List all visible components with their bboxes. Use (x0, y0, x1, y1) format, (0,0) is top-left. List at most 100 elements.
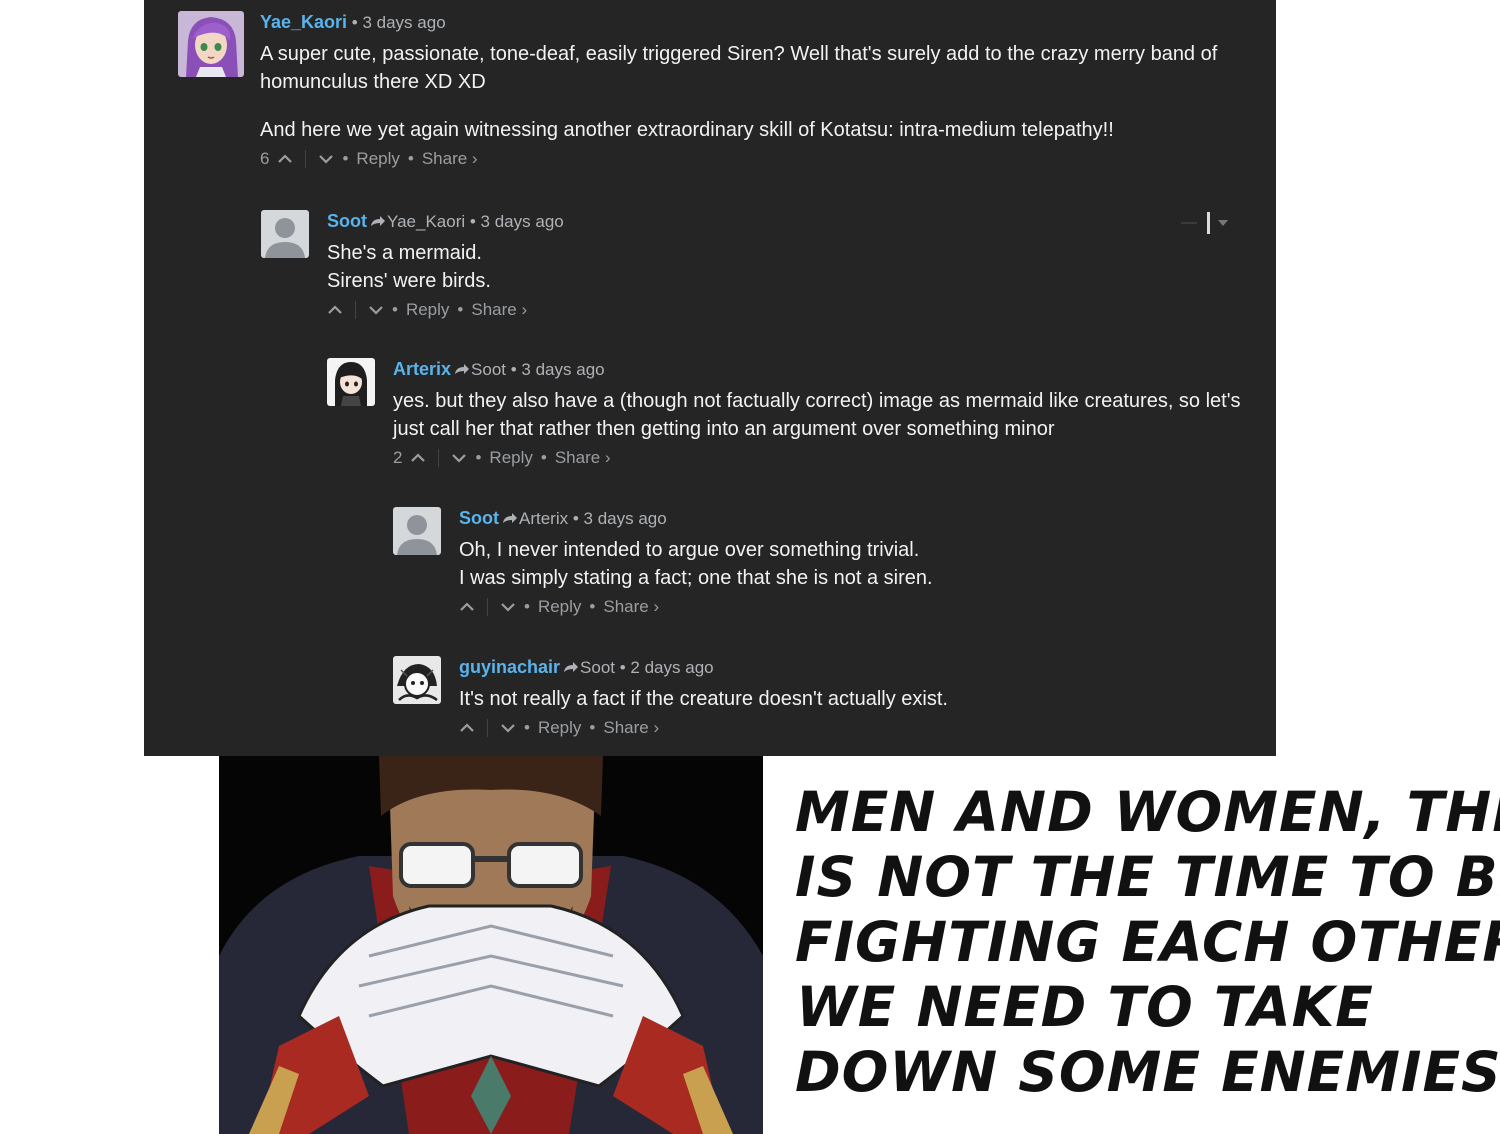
bullet-separator: • (589, 597, 596, 616)
reply-arrow-icon (503, 512, 517, 523)
share-button[interactable]: Share › (422, 148, 478, 170)
comment-header: guyinachair Soot • 2 days ago (459, 656, 1239, 679)
comment-header: Soot Yae_Kaori • 3 days ago (327, 210, 1227, 233)
vote-divider (305, 150, 307, 168)
vote-divider (355, 301, 356, 319)
reply-target[interactable]: Soot (580, 658, 615, 677)
comment-text: yes. but they also have a (though not fa… (393, 387, 1243, 443)
upvote-icon[interactable] (277, 151, 293, 167)
vote-divider (438, 449, 440, 467)
comment-actions: 2 • Reply • Share › (393, 447, 1243, 469)
upvote-icon[interactable] (459, 599, 475, 615)
bullet-separator: • (342, 149, 349, 168)
reply-arrow-icon (371, 215, 385, 226)
comment-paragraph: A super cute, passionate, tone-deaf, eas… (260, 43, 1218, 93)
manga-sketch-icon (393, 656, 441, 704)
reply-target[interactable]: Arterix (519, 509, 568, 528)
author-name[interactable]: guyinachair (459, 657, 560, 677)
chevron-down-icon[interactable] (1218, 220, 1228, 226)
text-cursor-icon (1207, 212, 1210, 234)
default-user-icon (393, 507, 441, 555)
comment-text: She's a mermaid. Sirens' were birds. (327, 239, 1227, 295)
comment-header: Soot Arterix • 3 days ago (459, 507, 1239, 530)
share-button[interactable]: Share › (603, 596, 659, 618)
author-name[interactable]: Yae_Kaori (260, 12, 347, 32)
caption-line: MEN AND WOMEN, THIS (795, 780, 1500, 844)
reply-target[interactable]: Soot (471, 360, 506, 379)
timestamp[interactable]: • 3 days ago (511, 360, 605, 379)
comment-paragraph: yes. but they also have a (though not fa… (393, 390, 1241, 440)
share-button[interactable]: Share › (471, 299, 527, 321)
comment-line: It's not really a fact if the creature d… (459, 688, 948, 710)
collapse-icon[interactable] (1181, 222, 1197, 224)
bullet-separator: • (407, 149, 414, 168)
timestamp[interactable]: • 3 days ago (573, 509, 667, 528)
downvote-icon[interactable] (451, 450, 467, 466)
reply-target[interactable]: Yae_Kaori (387, 212, 465, 231)
upvote-icon[interactable] (327, 302, 343, 318)
timestamp[interactable]: • 3 days ago (470, 212, 564, 231)
avatar[interactable] (393, 507, 441, 555)
comment-paragraph: And here we yet again witnessing another… (260, 119, 1114, 141)
meme-image (219, 756, 763, 1134)
avatar[interactable] (327, 358, 375, 406)
reply-arrow-icon (564, 661, 579, 672)
anime-commander-illustration (219, 756, 763, 1134)
timestamp[interactable]: • 2 days ago (620, 658, 714, 677)
comment-actions: • Reply • Share › (459, 596, 1239, 618)
comment-menu[interactable] (1181, 212, 1228, 234)
comment-text: Oh, I never intended to argue over somet… (459, 536, 1239, 592)
comment-body: guyinachair Soot • 2 days ago It's not re… (459, 656, 1239, 739)
share-button[interactable]: Share › (555, 447, 611, 469)
bullet-separator: • (524, 597, 530, 616)
timestamp[interactable]: • 3 days ago (352, 13, 446, 32)
downvote-icon[interactable] (318, 151, 334, 167)
vote-count: 2 (393, 448, 403, 467)
bullet-separator: • (589, 718, 596, 737)
vote-count: 6 (260, 149, 270, 168)
comment-body: Arterix Soot • 3 days ago yes. but they a… (393, 358, 1243, 469)
bullet-separator: • (475, 448, 482, 467)
upvote-icon[interactable] (459, 720, 475, 736)
comment-line: Sirens' were birds. (327, 270, 491, 292)
share-button[interactable]: Share › (603, 717, 659, 739)
avatar[interactable] (393, 656, 441, 704)
comment-header: Yae_Kaori • 3 days ago (260, 11, 1260, 34)
caption-line: DOWN SOME ENEMIES!! (795, 1040, 1500, 1104)
reply-button[interactable]: Reply (406, 299, 449, 321)
downvote-icon[interactable] (500, 599, 516, 615)
bullet-separator: • (392, 300, 398, 319)
author-name[interactable]: Soot (459, 508, 499, 528)
comment-text: A super cute, passionate, tone-deaf, eas… (260, 40, 1260, 144)
reply-button[interactable]: Reply (489, 447, 532, 469)
downvote-icon[interactable] (368, 302, 384, 318)
author-name[interactable]: Arterix (393, 359, 451, 379)
comment-thread: Yae_Kaori • 3 days ago A super cute, pas… (144, 0, 1276, 756)
comment-text: It's not really a fact if the creature d… (459, 685, 1239, 713)
reply-button[interactable]: Reply (538, 717, 581, 739)
comment-body: Yae_Kaori • 3 days ago A super cute, pas… (260, 11, 1260, 170)
comment-line: Oh, I never intended to argue over somet… (459, 539, 920, 561)
comment-line: She's a mermaid. (327, 242, 482, 264)
bullet-separator: • (540, 448, 547, 467)
bullet-separator: • (457, 300, 464, 319)
comment-body: Soot Arterix • 3 days ago Oh, I never int… (459, 507, 1239, 618)
vote-divider (487, 598, 488, 616)
comment-actions: • Reply • Share › (459, 717, 1239, 739)
caption-line: IS NOT THE TIME TO BE (795, 845, 1500, 909)
downvote-icon[interactable] (500, 720, 516, 736)
comment-line: I was simply stating a fact; one that sh… (459, 567, 933, 589)
author-name[interactable]: Soot (327, 211, 367, 231)
vote-divider (487, 719, 488, 737)
upvote-icon[interactable] (410, 450, 426, 466)
reply-button[interactable]: Reply (356, 148, 399, 170)
caption-line: FIGHTING EACH OTHER. (795, 910, 1500, 974)
reply-button[interactable]: Reply (538, 596, 581, 618)
avatar[interactable] (261, 210, 309, 258)
avatar[interactable] (178, 11, 244, 77)
comment-body: Soot Yae_Kaori • 3 days ago She's a merma… (327, 210, 1227, 321)
comment-actions: • Reply • Share › (327, 299, 1227, 321)
meme-caption: MEN AND WOMEN, THIS IS NOT THE TIME TO B… (795, 780, 1500, 1105)
reply-arrow-icon (455, 363, 470, 374)
caption-line: WE NEED TO TAKE (796, 975, 1374, 1039)
